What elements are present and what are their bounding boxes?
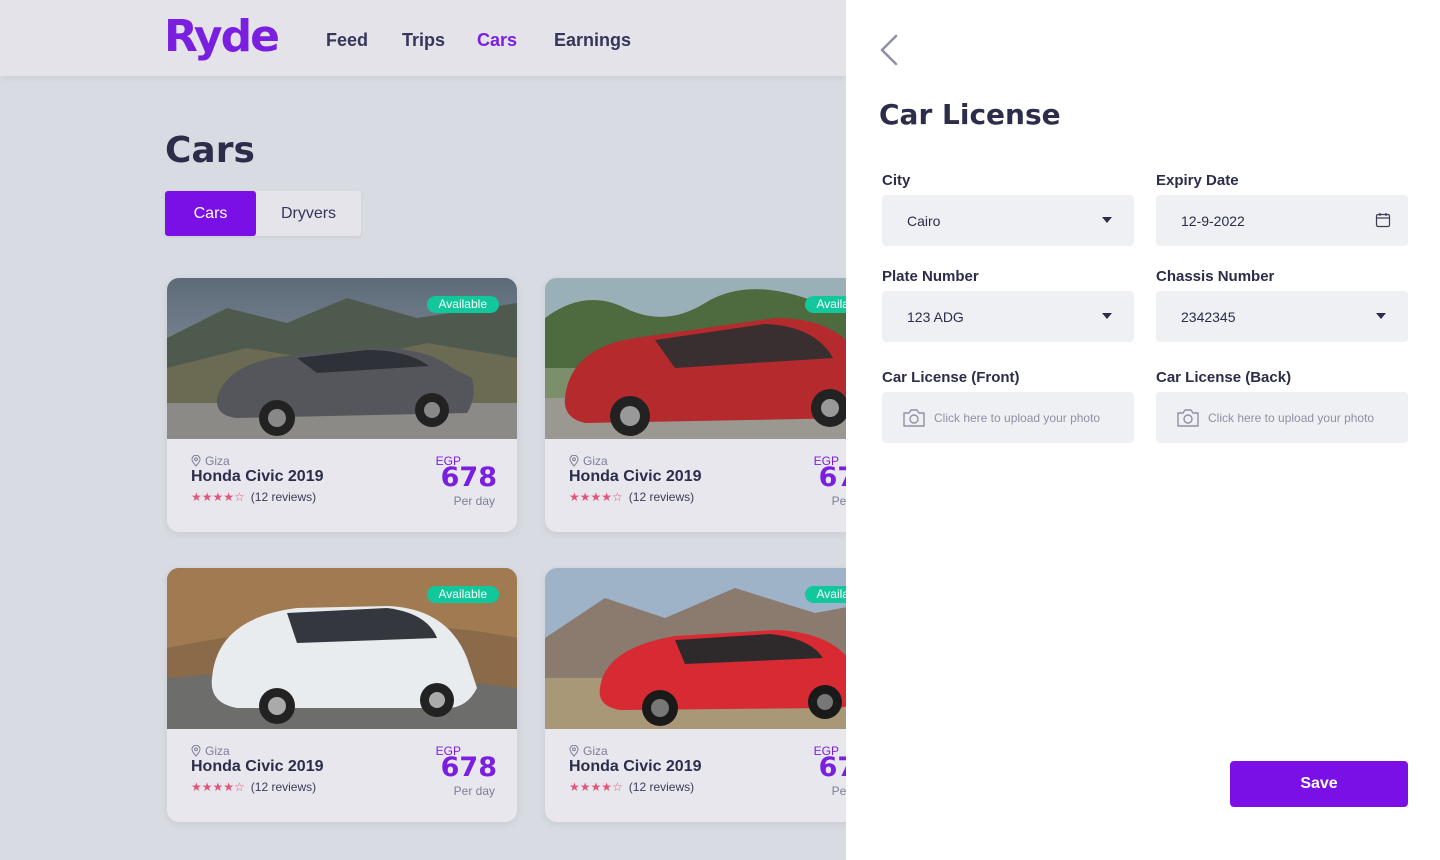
location-pin-icon <box>191 745 201 757</box>
car-location: Giza <box>569 744 608 758</box>
location-pin-icon <box>191 455 201 467</box>
location-pin-icon <box>569 455 579 467</box>
price-value: 678 <box>440 752 497 783</box>
city-label: City <box>882 172 911 189</box>
price-period: Per day <box>831 784 846 798</box>
location-pin-icon <box>569 745 579 757</box>
car-card[interactable]: Available Giza Honda Civic 2019 ★★★★☆ (1… <box>545 278 846 532</box>
expiry-date-input[interactable]: 12-9-2022 <box>1156 195 1408 246</box>
car-rating: ★★★★☆ (12 reviews) <box>191 780 316 794</box>
location-text: Giza <box>583 744 608 758</box>
chevron-left-icon <box>880 34 898 66</box>
license-front-label: Car License (Front) <box>882 369 1020 386</box>
panel-title: Car License <box>879 98 1061 131</box>
location-text: Giza <box>205 744 230 758</box>
car-photo: Available <box>545 568 846 729</box>
star-icon-group: ★★★★☆ <box>191 490 245 504</box>
car-photo: Available <box>545 278 846 439</box>
camera-icon <box>1177 408 1199 427</box>
back-button[interactable] <box>878 32 902 68</box>
star-icon-group: ★★★★☆ <box>569 780 623 794</box>
camera-icon <box>903 408 925 427</box>
review-count: (12 reviews) <box>628 490 695 504</box>
chassis-number-value: 2342345 <box>1181 308 1236 325</box>
star-icon-group: ★★★★☆ <box>191 780 245 794</box>
car-card[interactable]: Available Giza Honda Civic 2019 ★★★★☆ (1… <box>167 278 517 532</box>
car-rating: ★★★★☆ (12 reviews) <box>569 780 694 794</box>
car-card[interactable]: Available Giza Honda Civic 2019 ★★★★☆ (1… <box>167 568 517 822</box>
car-photo: Available <box>167 568 517 729</box>
available-badge: Available <box>804 296 846 313</box>
car-card-grid: Available Giza Honda Civic 2019 ★★★★☆ (1… <box>0 0 846 860</box>
plate-number-select[interactable]: 123 ADG <box>882 291 1134 342</box>
car-license-panel: Car License City Cairo Expiry Date 12-9-… <box>846 0 1440 860</box>
car-card[interactable]: Available Giza Honda Civic 2019 ★★★★☆ (1… <box>545 568 846 822</box>
caret-down-icon <box>1102 217 1112 223</box>
upload-placeholder: Click here to upload your photo <box>934 410 1101 425</box>
available-badge: Available <box>804 586 846 603</box>
car-name: Honda Civic 2019 <box>191 758 324 775</box>
review-count: (12 reviews) <box>250 490 317 504</box>
available-badge: Available <box>426 296 499 313</box>
chassis-number-label: Chassis Number <box>1156 268 1275 285</box>
price-value: 678 <box>818 462 846 493</box>
plate-number-label: Plate Number <box>882 268 979 285</box>
car-location: Giza <box>191 744 230 758</box>
price-period: Per day <box>453 494 495 508</box>
review-count: (12 reviews) <box>628 780 695 794</box>
car-photo: Available <box>167 278 517 439</box>
location-text: Giza <box>583 454 608 468</box>
license-front-upload[interactable]: Click here to upload your photo <box>882 392 1134 443</box>
caret-down-icon <box>1102 313 1112 319</box>
price-value: 678 <box>818 752 846 783</box>
upload-placeholder: Click here to upload your photo <box>1208 410 1375 425</box>
car-name: Honda Civic 2019 <box>569 468 702 485</box>
calendar-icon[interactable] <box>1375 212 1391 228</box>
car-location: Giza <box>191 454 230 468</box>
price-period: Per day <box>831 494 846 508</box>
city-value: Cairo <box>907 212 941 229</box>
review-count: (12 reviews) <box>250 780 317 794</box>
star-icon-group: ★★★★☆ <box>569 490 623 504</box>
chassis-number-select[interactable]: 2342345 <box>1156 291 1408 342</box>
save-button[interactable]: Save <box>1230 761 1408 807</box>
license-back-label: Car License (Back) <box>1156 369 1292 386</box>
car-name: Honda Civic 2019 <box>191 468 324 485</box>
expiry-date-value: 12-9-2022 <box>1181 212 1245 229</box>
available-badge: Available <box>426 586 499 603</box>
license-back-upload[interactable]: Click here to upload your photo <box>1156 392 1408 443</box>
car-name: Honda Civic 2019 <box>569 758 702 775</box>
city-select[interactable]: Cairo <box>882 195 1134 246</box>
location-text: Giza <box>205 454 230 468</box>
car-location: Giza <box>569 454 608 468</box>
expiry-date-label: Expiry Date <box>1156 172 1239 189</box>
caret-down-icon <box>1376 313 1386 319</box>
car-rating: ★★★★☆ (12 reviews) <box>569 490 694 504</box>
price-period: Per day <box>453 784 495 798</box>
plate-number-value: 123 ADG <box>907 308 964 325</box>
car-rating: ★★★★☆ (12 reviews) <box>191 490 316 504</box>
price-value: 678 <box>440 462 497 493</box>
